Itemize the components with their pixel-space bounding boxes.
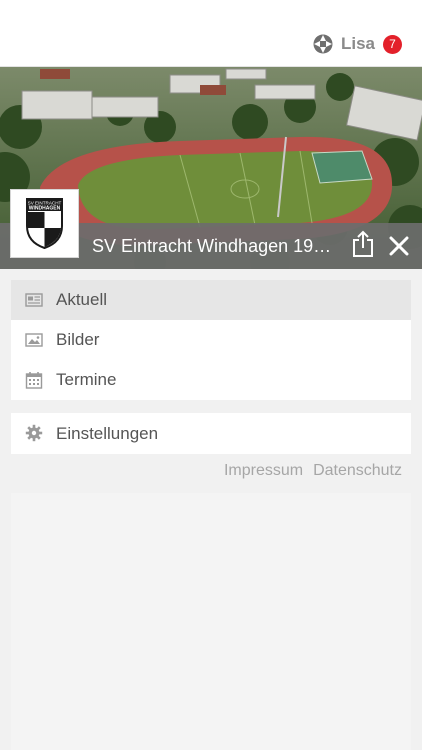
- calendar-icon: [25, 372, 43, 389]
- settings-menu: Einstellungen: [11, 413, 411, 454]
- gear-icon: [25, 424, 43, 442]
- image-icon: [25, 333, 43, 347]
- menu-item-label: Aktuell: [56, 290, 108, 309]
- footer-links: Impressum Datenschutz: [224, 462, 402, 480]
- menu-item-termine[interactable]: Termine: [11, 360, 411, 400]
- main-menu: Aktuell Bilder Termine: [11, 280, 411, 400]
- club-crest-logo: SV EINTRACHT WINDHAGEN: [26, 198, 63, 250]
- impressum-link[interactable]: Impressum: [224, 462, 303, 480]
- club-crest: SV EINTRACHT WINDHAGEN: [11, 190, 78, 257]
- svg-text:WINDHAGEN: WINDHAGEN: [29, 206, 61, 212]
- user-profile[interactable]: Lisa 7: [313, 33, 402, 55]
- app-logo-icon: [313, 34, 333, 54]
- notification-badge[interactable]: 7: [383, 34, 402, 54]
- menu-item-label: Termine: [56, 370, 117, 389]
- close-icon[interactable]: [389, 236, 409, 256]
- menu-item-bilder[interactable]: Bilder: [11, 320, 411, 360]
- news-icon: [25, 293, 43, 307]
- menu-item-aktuell[interactable]: Aktuell: [11, 280, 411, 320]
- menu-item-label: Bilder: [56, 330, 100, 349]
- datenschutz-link[interactable]: Datenschutz: [313, 462, 402, 480]
- menu-item-label: Einstellungen: [56, 423, 159, 443]
- share-icon[interactable]: [352, 230, 374, 258]
- top-bar: Lisa 7: [0, 0, 422, 67]
- user-name[interactable]: Lisa: [341, 34, 375, 54]
- menu-item-einstellungen[interactable]: Einstellungen: [11, 413, 411, 454]
- club-name: SV Eintracht Windhagen 1921…: [92, 236, 337, 256]
- content-area: [11, 493, 411, 750]
